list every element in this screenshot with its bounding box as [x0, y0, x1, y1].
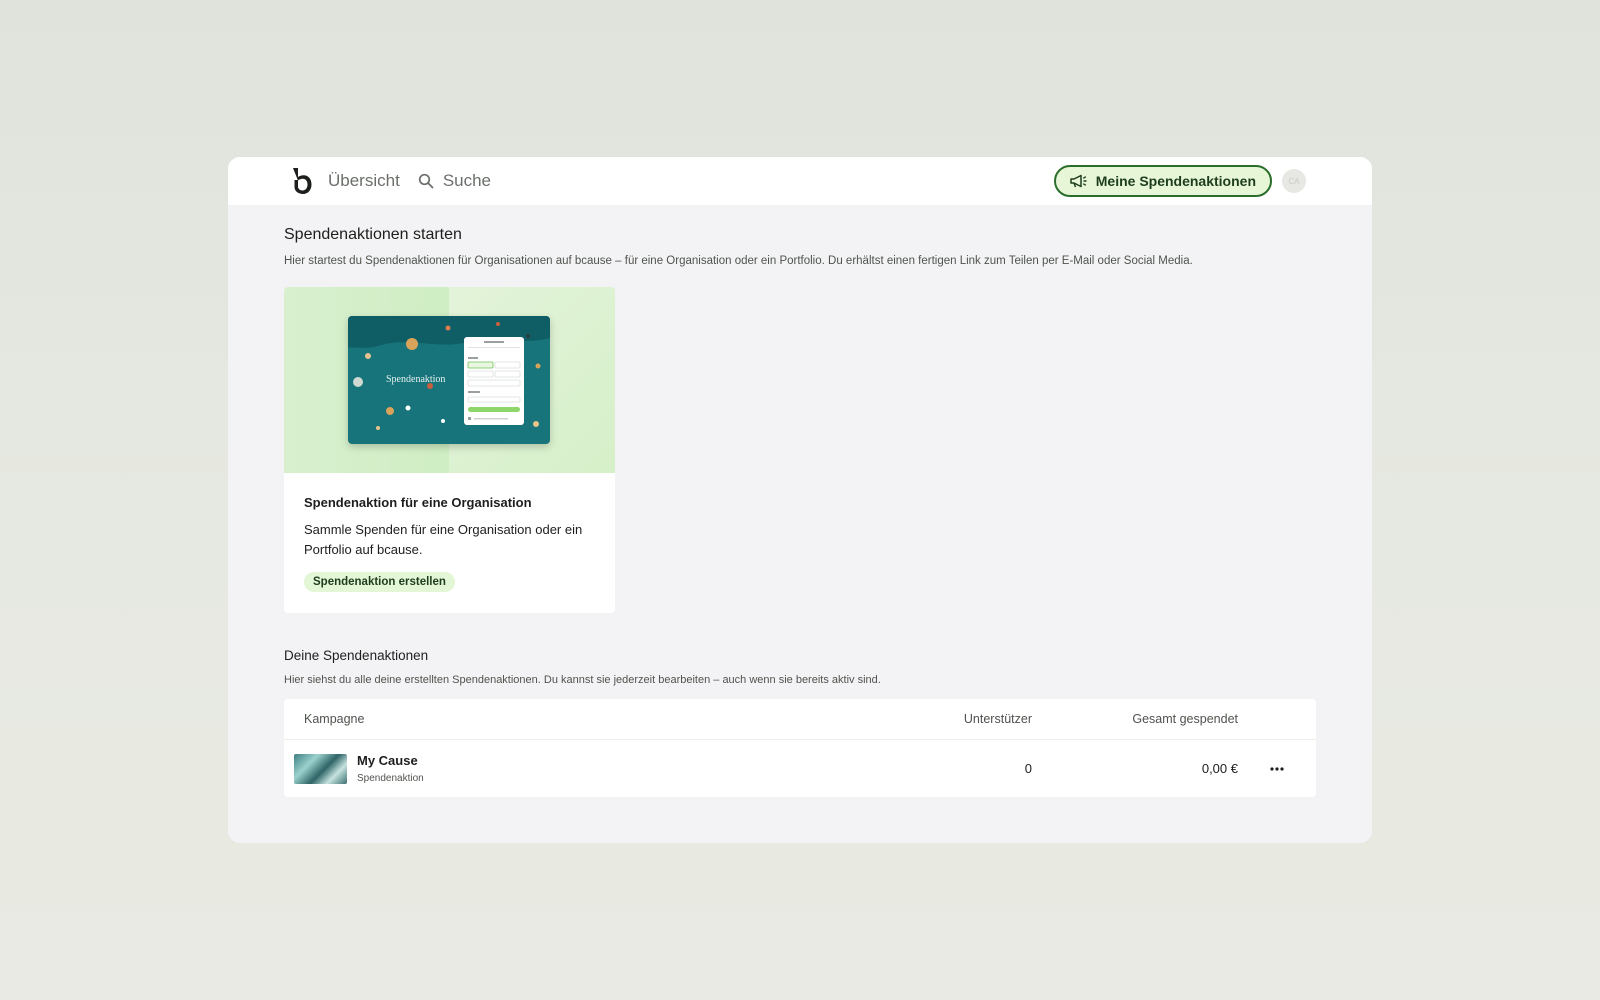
nav-overview[interactable]: Übersicht: [328, 171, 400, 191]
campaign-name[interactable]: My Cause: [357, 753, 424, 768]
logo-icon[interactable]: [288, 167, 314, 195]
create-campaign-button[interactable]: Spendenaktion erstellen: [304, 572, 455, 592]
my-campaigns-title: Deine Spendenaktionen: [284, 648, 429, 663]
avatar[interactable]: CA: [1282, 169, 1306, 193]
nav-overview-label: Übersicht: [328, 171, 400, 190]
campaigns-table: Kampagne Unterstützer Gesamt gespendet M…: [284, 699, 1316, 797]
my-campaigns-label: Meine Spendenaktionen: [1095, 173, 1256, 189]
preview-title: Spendenaktion: [386, 374, 446, 385]
avatar-initials: CA: [1288, 176, 1300, 186]
main-content: Spendenaktionen starten Hier startest du…: [228, 226, 1372, 797]
page-title: Spendenaktionen starten: [284, 226, 462, 243]
campaign-thumbnail: [294, 753, 347, 784]
campaign-supporters: 0: [1024, 761, 1032, 776]
organization-campaign-card[interactable]: Spendenaktion Spendenaktion für eine Org…: [284, 287, 615, 613]
page-description: Hier startest du Spendenaktionen für Org…: [284, 255, 1193, 267]
header-total[interactable]: Gesamt gespendet: [1032, 712, 1238, 726]
campaign-total: 0,00 €: [1201, 761, 1238, 776]
card-title: Spendenaktion für eine Organisation: [304, 495, 532, 510]
megaphone-icon: [1070, 174, 1088, 188]
top-navigation: Übersicht Suche Meine Spendenaktionen CA: [228, 157, 1372, 205]
header-campaign[interactable]: Kampagne: [284, 712, 912, 726]
card-description: Sammle Spenden für eine Organisation ode…: [304, 522, 583, 557]
my-campaigns-button[interactable]: Meine Spendenaktionen: [1053, 165, 1272, 197]
nav-search-label: Suche: [442, 171, 492, 190]
preview-mockup: Spendenaktion: [348, 316, 550, 444]
campaign-type: Spendenaktion: [357, 773, 424, 784]
card-preview-image: Spendenaktion: [284, 287, 615, 473]
table-row[interactable]: My Cause Spendenaktion 0 0,00 €: [284, 740, 1316, 797]
preview-form: [464, 337, 524, 425]
app-window: Übersicht Suche Meine Spendenaktionen CA…: [228, 157, 1372, 843]
search-icon: [418, 173, 434, 189]
nav-search[interactable]: Suche: [418, 171, 491, 191]
header-supporters[interactable]: Unterstützer: [912, 712, 1032, 726]
more-icon[interactable]: [1270, 766, 1284, 771]
my-campaigns-description: Hier siehst du alle deine erstellten Spe…: [284, 674, 881, 686]
table-header: Kampagne Unterstützer Gesamt gespendet: [284, 699, 1316, 740]
